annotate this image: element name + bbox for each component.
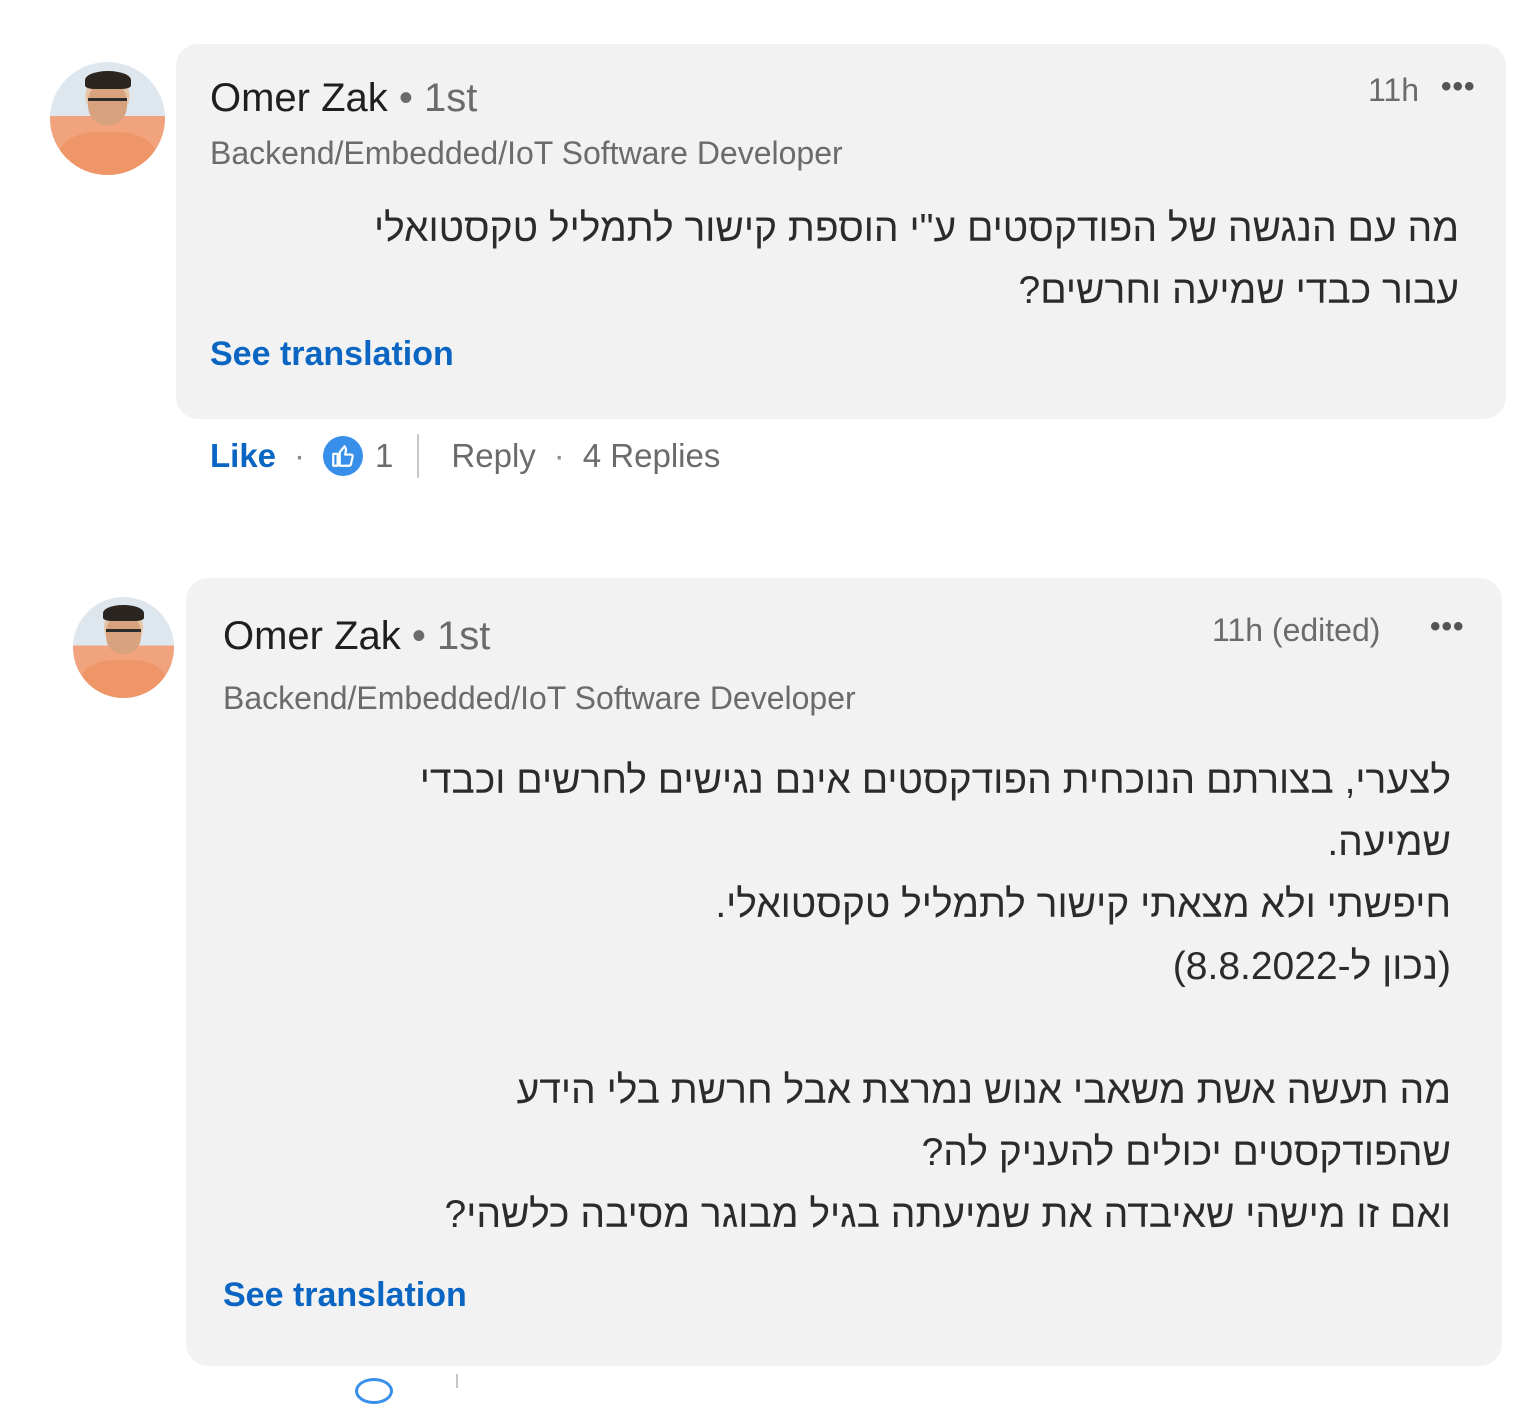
comment-timestamp: 11h (edited) xyxy=(1212,612,1381,648)
avatar[interactable] xyxy=(73,597,174,698)
comment-text-line: חיפשתי ולא מצאתי קישור לתמליל טקסטואלי. xyxy=(715,883,1451,926)
more-horizontal-icon[interactable]: ••• xyxy=(1441,70,1476,104)
reply-button[interactable]: Reply xyxy=(451,437,535,475)
see-translation-link[interactable]: See translation xyxy=(223,1276,467,1315)
comment-text-line: שמיעה. xyxy=(1327,821,1451,864)
divider xyxy=(417,434,420,478)
comment-actions: Like · 1 Reply · 4 Replies xyxy=(210,434,720,478)
comment-body: מה עם הנגשה של הפודקסטים ע"י הוספת קישור… xyxy=(374,198,1459,322)
comment-text-line: מה עם הנגשה של הפודקסטים ע"י הוספת קישור… xyxy=(373,207,1459,250)
comment-text-line xyxy=(420,998,1451,1060)
connection-degree: • 1st xyxy=(411,614,491,658)
separator-dot: · xyxy=(553,437,565,474)
divider xyxy=(456,1374,458,1388)
comment-body: לצערי, בצורתם הנוכחית הפודקסטים אינם נגי… xyxy=(420,750,1451,1246)
comment-text-line: (נכון ל-8.8.2022) xyxy=(1172,945,1451,988)
thumbs-up-icon[interactable] xyxy=(323,436,364,476)
replies-link[interactable]: 4 Replies xyxy=(583,437,721,475)
comment-text-line: ואם זו מישהי שאיבדה את שמיעתה בגיל מבוגר… xyxy=(444,1193,1452,1236)
author-headline: Backend/Embedded/IoT Software Developer xyxy=(223,680,856,716)
comment-text-line: שהפודקסטים יכולים להעניק לה? xyxy=(921,1131,1451,1174)
reaction-count[interactable]: 1 xyxy=(375,437,393,475)
comment-text-line: לצערי, בצורתם הנוכחית הפודקסטים אינם נגי… xyxy=(419,759,1451,802)
separator-dot: · xyxy=(294,437,306,474)
comment-text-line: עבור כבדי שמיעה וחרשים? xyxy=(1018,269,1459,312)
author-name[interactable]: Omer Zak • 1st xyxy=(210,76,477,121)
avatar[interactable] xyxy=(50,62,165,175)
see-translation-link[interactable]: See translation xyxy=(210,335,454,374)
author-name[interactable]: Omer Zak • 1st xyxy=(223,614,490,659)
more-horizontal-icon[interactable]: ••• xyxy=(1430,610,1465,644)
connection-degree: • 1st xyxy=(398,76,478,120)
comment-timestamp: 11h xyxy=(1368,72,1420,108)
comment-text-line: מה תעשה אשת משאבי אנוש נמרצת אבל חרשת בל… xyxy=(516,1069,1451,1112)
like-button[interactable]: Like xyxy=(210,437,276,475)
reaction-icon-partial xyxy=(355,1378,393,1404)
author-headline: Backend/Embedded/IoT Software Developer xyxy=(210,135,843,171)
